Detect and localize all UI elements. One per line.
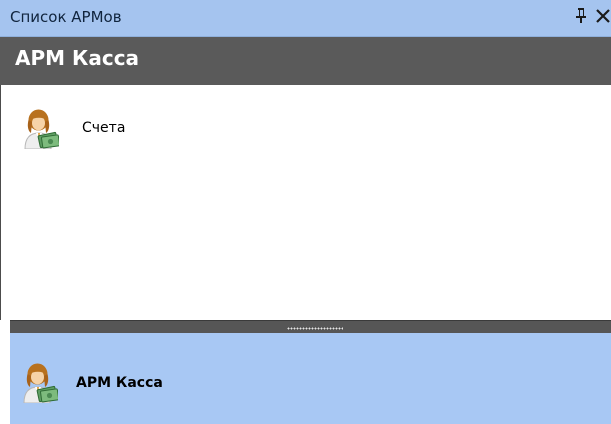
workstation-item-cashier[interactable]: АРМ Касса xyxy=(20,363,280,403)
section-title: АРМ Касса xyxy=(15,46,140,70)
list-item-label: Счета xyxy=(82,120,126,136)
panel-titlebar: Список АРМов xyxy=(0,0,611,37)
pin-icon[interactable] xyxy=(574,7,588,23)
list-item-accounts[interactable]: Счета xyxy=(21,109,241,149)
user-money-icon xyxy=(21,109,59,149)
grip-handle-icon xyxy=(287,327,343,330)
workstation-list: Счета xyxy=(0,85,611,320)
panel-title: Список АРМов xyxy=(10,8,122,26)
close-icon[interactable] xyxy=(595,8,611,24)
user-money-icon xyxy=(20,363,58,403)
selected-workstation-panel: АРМ Касса xyxy=(10,333,611,424)
section-header: АРМ Касса xyxy=(0,37,611,85)
splitter[interactable] xyxy=(10,320,611,333)
workstation-item-label: АРМ Касса xyxy=(76,375,163,391)
